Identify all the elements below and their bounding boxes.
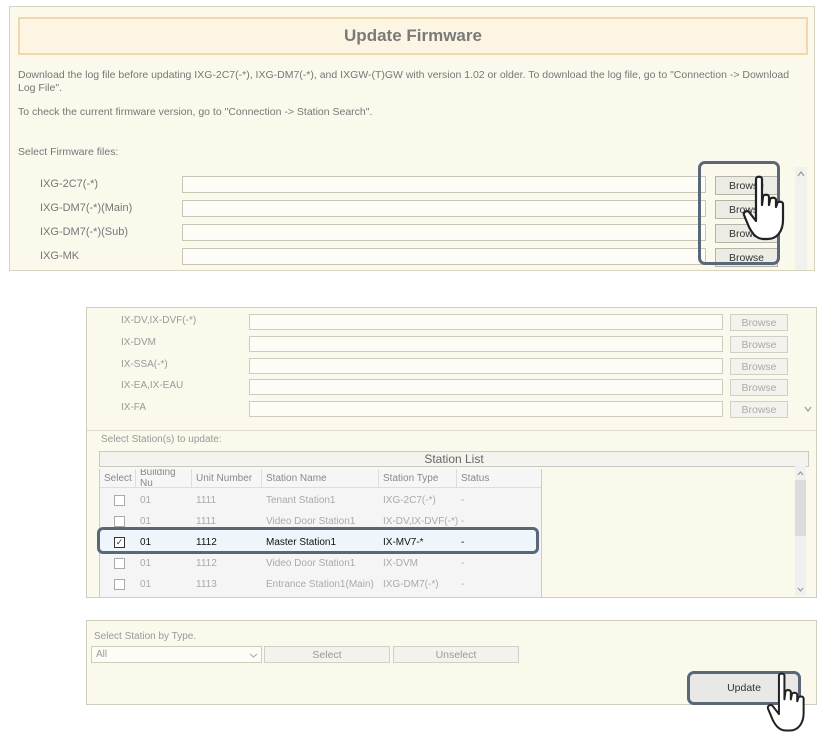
firmware-label-ixg-dm7-sub: IXG-DM7(-*)(Sub)	[40, 226, 129, 238]
cell-status: -	[461, 495, 465, 506]
cell-station-type: IXG-DM7(-*)	[383, 579, 439, 590]
version-check-note: To check the current firmware version, g…	[18, 106, 373, 118]
firmware-label-ix-dvm: IX-DVM	[121, 337, 156, 348]
firmware-file-input-ix-dv[interactable]	[249, 314, 723, 330]
firmware-file-input-ix-ssa[interactable]	[249, 358, 723, 374]
firmware-file-input-ix-fa[interactable]	[249, 401, 723, 417]
firmware-file-input-ixg-dm7-sub[interactable]	[182, 224, 706, 241]
browse-button-ix-ssa[interactable]: Browse	[730, 358, 788, 375]
station-update-panel: IX-DV,IX-DVF(-*) Browse IX-DVM Browse IX…	[86, 307, 817, 598]
firmware-label-ix-fa: IX-FA	[121, 402, 147, 413]
browse-button-ix-dvm[interactable]: Browse	[730, 336, 788, 353]
cell-station-name: Video Door Station1	[266, 558, 356, 569]
browse-button-ix-dv[interactable]: Browse	[730, 314, 788, 331]
chevron-down-icon	[249, 653, 258, 658]
select-firmware-label: Select Firmware files:	[18, 146, 119, 158]
select-stations-label: Select Station(s) to update:	[101, 434, 222, 445]
firmware-file-input-ixg-dm7-main[interactable]	[182, 200, 706, 217]
table-row[interactable]: 01 1113 Entrance Station1(Main) IXG-DM7(…	[100, 574, 541, 595]
scrollbar-thumb[interactable]	[795, 480, 806, 536]
station-type-dropdown[interactable]: All	[91, 646, 262, 663]
update-firmware-panel: Update Firmware Download the log file be…	[9, 6, 815, 271]
table-row[interactable]: 01 1111 Tenant Station1 IXG-2C7(-*) -	[100, 490, 541, 511]
column-header-building[interactable]: Building Nu	[136, 469, 192, 489]
unselect-button[interactable]: Unselect	[393, 646, 519, 663]
select-by-type-label: Select Station by Type.	[94, 631, 197, 642]
browse-button-ix-ea[interactable]: Browse	[730, 379, 788, 396]
cell-station-name: Tenant Station1	[266, 495, 336, 506]
selected-row-highlight	[97, 527, 539, 554]
browse-button-ix-fa[interactable]: Browse	[730, 401, 788, 418]
firmware-label-ixg-2c7: IXG-2C7(-*)	[40, 178, 99, 190]
hand-pointer-icon	[742, 175, 785, 241]
cell-building: 01	[140, 495, 152, 506]
chevron-up-icon[interactable]	[795, 468, 806, 479]
table-row[interactable]: 01 1112 Video Door Station1 IX-DVM -	[100, 553, 541, 574]
column-header-unit[interactable]: Unit Number	[192, 469, 262, 488]
column-header-select[interactable]: Select	[100, 469, 136, 488]
row-checkbox[interactable]	[114, 558, 125, 569]
column-header-station-name[interactable]: Station Name	[262, 469, 379, 488]
station-list-scrollbar[interactable]	[795, 466, 806, 596]
firmware-file-input-ix-ea[interactable]	[249, 379, 723, 395]
scrollbar[interactable]	[795, 167, 807, 270]
firmware-label-ixg-mk: IXG-MK	[40, 250, 80, 262]
cell-unit: 1113	[196, 579, 217, 590]
firmware-label-ix-ssa: IX-SSA(-*)	[121, 359, 168, 370]
firmware-file-input-ixg-mk[interactable]	[182, 248, 706, 265]
firmware-file-input-ix-dvm[interactable]	[249, 336, 723, 352]
log-file-note: Download the log file before updating IX…	[18, 69, 790, 94]
select-button[interactable]: Select	[264, 646, 390, 663]
cell-status: -	[461, 558, 465, 569]
firmware-label-ix-ea: IX-EA,IX-EAU	[121, 380, 184, 391]
row-checkbox[interactable]	[114, 495, 125, 506]
column-header-status[interactable]: Status	[457, 469, 541, 488]
row-checkbox[interactable]	[114, 579, 125, 590]
firmware-label-ix-dv: IX-DV,IX-DVF(-*)	[121, 315, 197, 326]
page-title: Update Firmware	[18, 17, 808, 55]
section-divider	[87, 430, 816, 431]
chevron-up-icon[interactable]	[795, 168, 807, 180]
chevron-down-icon[interactable]	[803, 404, 813, 414]
cell-station-type: IXG-2C7(-*)	[383, 495, 436, 506]
cell-building: 01	[140, 579, 152, 590]
dropdown-value: All	[96, 649, 108, 660]
cell-station-type: IX-DVM	[383, 558, 418, 569]
hand-pointer-icon	[766, 672, 805, 732]
cell-unit: 1112	[196, 558, 217, 569]
station-list-title: Station List	[99, 451, 809, 467]
firmware-file-input-ixg-2c7[interactable]	[182, 176, 706, 193]
chevron-down-icon[interactable]	[795, 584, 806, 595]
cell-status: -	[461, 579, 465, 590]
cell-station-name: Entrance Station1(Main)	[266, 579, 374, 590]
column-header-station-type[interactable]: Station Type	[379, 469, 457, 488]
cell-unit: 1111	[196, 495, 217, 506]
cell-building: 01	[140, 558, 152, 569]
firmware-label-ixg-dm7-main: IXG-DM7(-*)(Main)	[40, 202, 133, 214]
row-checkbox[interactable]	[114, 516, 125, 527]
